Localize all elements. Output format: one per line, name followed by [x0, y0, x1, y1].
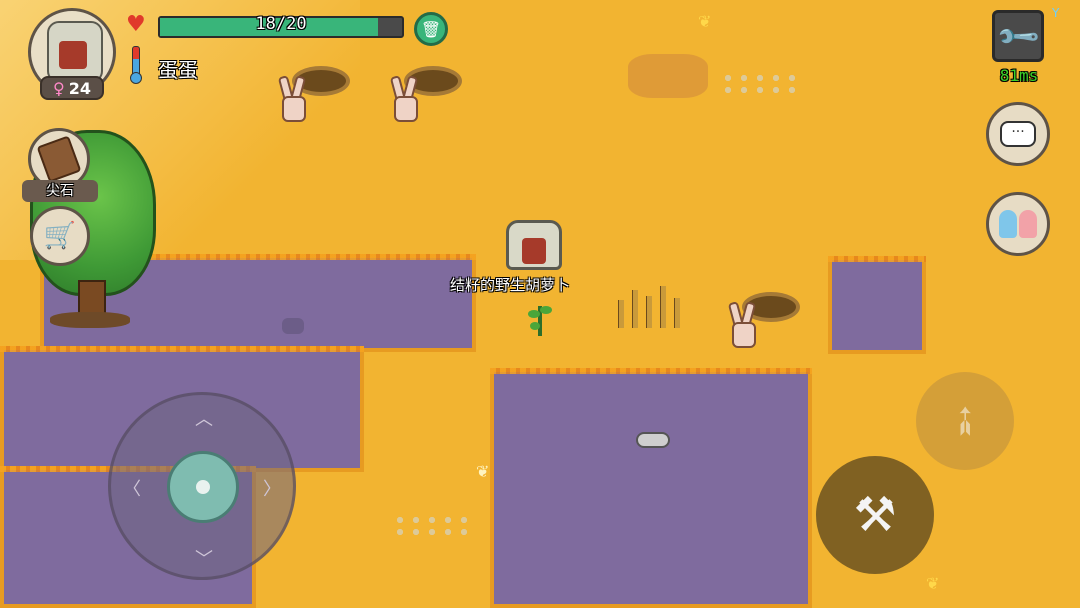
wheat-patch[interactable]: [612, 284, 692, 328]
plant-label: 结籽的野生胡萝卜: [450, 276, 571, 294]
rabbit[interactable]: [727, 301, 757, 348]
ranged-attack-button[interactable]: ➶: [916, 372, 1014, 470]
rabbit[interactable]: [389, 75, 419, 122]
purple-ground-right: [828, 256, 926, 354]
joystick-right-arrow: 〉: [263, 479, 281, 500]
equipped-item-label: 尖石: [22, 180, 98, 202]
joystick-left-arrow: 〈: [123, 479, 141, 500]
pebbles: [392, 514, 472, 536]
butterfly[interactable]: ❦: [926, 574, 939, 593]
player-name: 蛋蛋: [158, 58, 198, 82]
signal-icon: Y: [1052, 6, 1060, 20]
friends-icon: [999, 210, 1037, 238]
hp-text: 18/20: [255, 14, 307, 34]
wrench-icon: 🔧: [994, 12, 1042, 60]
shop-button[interactable]: 🛒: [30, 206, 90, 266]
ping-text: 81ms: [999, 66, 1039, 85]
sharp-stone-icon: [36, 135, 82, 183]
portrait-face: [59, 41, 87, 69]
heart-icon: ♥: [126, 12, 146, 37]
tool-attack-icon: ⚒: [853, 487, 897, 543]
pebbles: [720, 72, 800, 94]
bow-icon: ➶: [936, 392, 994, 450]
player-face: [522, 238, 546, 264]
chat-icon: ···: [1000, 121, 1036, 147]
movement-joystick[interactable]: ︿ ﹀ 〈 〉: [108, 392, 296, 580]
stone[interactable]: [282, 318, 304, 334]
trash-button[interactable]: 🗑: [414, 12, 448, 46]
friends-button[interactable]: [986, 192, 1050, 256]
butterfly[interactable]: ❦: [476, 462, 489, 481]
trash-icon: 🗑: [420, 19, 442, 39]
dry-patch: [628, 54, 708, 98]
player-character[interactable]: [506, 220, 562, 274]
settings-button[interactable]: 🔧: [992, 10, 1044, 62]
butterfly[interactable]: ❦: [698, 12, 711, 31]
chat-button[interactable]: ···: [986, 102, 1050, 166]
primary-action-button[interactable]: ⚒: [816, 456, 934, 574]
rabbit[interactable]: [277, 75, 307, 122]
hp-bar: 18/20: [158, 14, 404, 38]
stone[interactable]: [636, 432, 670, 448]
joystick-knob[interactable]: [167, 451, 239, 523]
thermometer-icon: [130, 46, 142, 84]
joystick-up-arrow: ︿: [195, 409, 213, 430]
level-badge: ♀ 24: [40, 76, 104, 100]
purple-ground-center: [490, 368, 812, 608]
female-icon: ♀: [53, 78, 65, 98]
shopping-cart-icon: 🛒: [43, 221, 77, 251]
wild-carrot-plant[interactable]: [526, 296, 554, 336]
tree-roots: [50, 312, 130, 328]
level-value: 24: [68, 78, 91, 98]
joystick-down-arrow: ﹀: [195, 549, 213, 570]
